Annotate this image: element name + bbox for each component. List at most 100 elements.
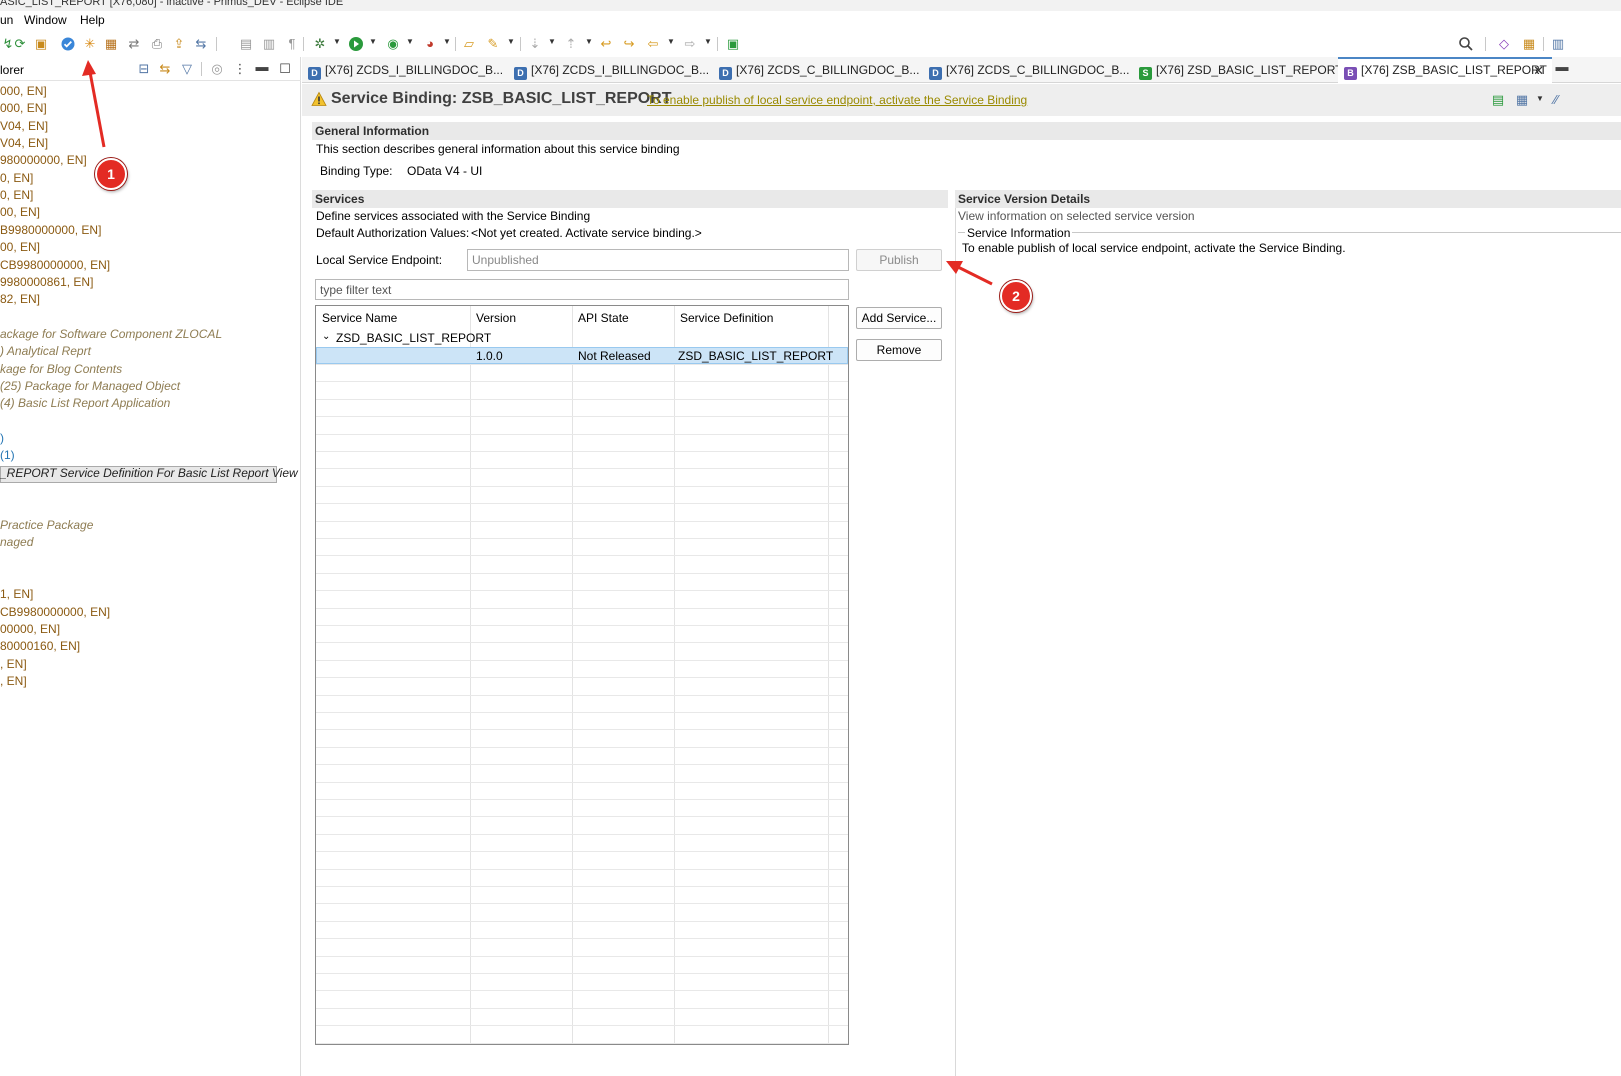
transport-icon[interactable]: ⇪ bbox=[171, 36, 187, 52]
menu-help[interactable]: Help bbox=[80, 13, 105, 27]
tab-zsb-basic-list-report[interactable]: B [X76] ZSB_BASIC_LIST_REPORT ✕ bbox=[1338, 57, 1552, 83]
add-service-button[interactable]: Add Service... bbox=[856, 307, 942, 329]
tree-item[interactable]: , EN] bbox=[0, 674, 27, 688]
tree-item[interactable]: CB9980000000, EN] bbox=[0, 605, 110, 619]
tree-item[interactable]: V04, EN] bbox=[0, 119, 48, 133]
search-icon[interactable] bbox=[1458, 36, 1474, 52]
open-perspective-icon[interactable]: ▦ bbox=[1521, 36, 1537, 52]
tree-item[interactable]: 9980000861, EN] bbox=[0, 275, 93, 289]
pencil-icon[interactable]: ✎ bbox=[485, 36, 501, 52]
tree-item[interactable]: ackage for Software Component ZLOCAL bbox=[0, 327, 222, 341]
tree-item[interactable]: 00000, EN] bbox=[0, 622, 60, 636]
chevron-down-icon[interactable]: ▼ bbox=[333, 37, 341, 46]
tree-item[interactable]: 00, EN] bbox=[0, 240, 40, 254]
filter-input[interactable]: type filter text bbox=[315, 279, 849, 300]
activate-binding-link[interactable]: To enable publish of local service endpo… bbox=[647, 93, 1027, 107]
tab-zsd-basic-list-report[interactable]: S [X76] ZSD_BASIC_LIST_REPORT bbox=[1139, 57, 1343, 83]
close-icon[interactable]: ✕ bbox=[1533, 63, 1544, 79]
share-link-icon[interactable]: ▦ bbox=[1514, 92, 1530, 108]
collapse-all-icon[interactable]: ⊟ bbox=[136, 61, 152, 77]
tree-item[interactable]: (25) Package for Managed Object bbox=[0, 379, 180, 393]
chevron-down-icon[interactable]: ▼ bbox=[443, 37, 451, 46]
coverage-icon[interactable]: ◉ bbox=[385, 36, 401, 52]
tree-item[interactable]: Practice Package bbox=[0, 518, 93, 532]
debug-perspective-icon[interactable]: ▥ bbox=[1550, 36, 1566, 52]
new-window-icon[interactable]: ▣ bbox=[725, 36, 741, 52]
debug-icon[interactable]: ✲ bbox=[312, 36, 328, 52]
chevron-down-icon[interactable]: ▼ bbox=[507, 37, 515, 46]
tree-item[interactable]: V04, EN] bbox=[0, 136, 48, 150]
chevron-down-icon[interactable]: ▼ bbox=[369, 37, 377, 46]
tree-item[interactable]: 980000000, EN] bbox=[0, 153, 87, 167]
preview-icon[interactable]: ▤ bbox=[1490, 92, 1506, 108]
check-icon[interactable] bbox=[60, 36, 76, 52]
activate-all-icon[interactable]: ▦ bbox=[103, 36, 119, 52]
column-header-version[interactable]: Version bbox=[476, 311, 516, 325]
tree-item[interactable]: 000, EN] bbox=[0, 101, 47, 115]
compare-icon[interactable]: ⇄ bbox=[126, 36, 142, 52]
outline-icon[interactable]: ▥ bbox=[261, 36, 277, 52]
chevron-down-icon[interactable]: ▼ bbox=[667, 37, 675, 46]
external-tools-icon[interactable]: ◕ bbox=[422, 36, 438, 52]
tree-item[interactable]: B9980000000, EN] bbox=[0, 223, 101, 237]
run-play-icon[interactable] bbox=[348, 36, 364, 52]
chevron-down-icon[interactable]: ▼ bbox=[1536, 94, 1544, 103]
publish-button[interactable]: Publish bbox=[856, 249, 942, 271]
tab-zcds-i-billingdoc-1[interactable]: D [X76] ZCDS_I_BILLINGDOC_B... bbox=[308, 57, 503, 83]
view-menu-icon[interactable]: ⋮ bbox=[232, 61, 248, 77]
column-header-api-state[interactable]: API State bbox=[578, 311, 629, 325]
chevron-down-icon[interactable]: ▼ bbox=[704, 37, 712, 46]
tree-item[interactable]: kage for Blog Contents bbox=[0, 362, 122, 376]
menu-run[interactable]: un bbox=[0, 13, 13, 27]
prev-annotation-icon[interactable]: ⇡ bbox=[563, 36, 579, 52]
chevron-down-icon[interactable]: ⌄ bbox=[322, 331, 330, 342]
back-icon[interactable]: ⇦ bbox=[645, 36, 661, 52]
more-icon[interactable]: ∕∕ bbox=[1548, 92, 1564, 108]
column-header-service-name[interactable]: Service Name bbox=[322, 311, 397, 325]
pilcrow-icon[interactable]: ¶ bbox=[284, 36, 300, 52]
tree-item[interactable]: 80000160, EN] bbox=[0, 639, 80, 653]
tree-item[interactable]: 1, EN] bbox=[0, 587, 33, 601]
open-object-icon[interactable]: ▣ bbox=[33, 36, 49, 52]
remove-button[interactable]: Remove bbox=[856, 339, 942, 361]
focus-icon[interactable]: ◎ bbox=[209, 61, 225, 77]
column-header-service-definition[interactable]: Service Definition bbox=[680, 311, 773, 325]
tree-item[interactable]: 00, EN] bbox=[0, 205, 40, 219]
forward-edit-icon[interactable]: ↪ bbox=[621, 36, 637, 52]
tree-item[interactable]: (1) bbox=[0, 448, 15, 462]
activate-icon[interactable]: ✳ bbox=[82, 36, 98, 52]
tree-item[interactable]: CB9980000000, EN] bbox=[0, 258, 110, 272]
tree-item[interactable]: ) bbox=[0, 431, 4, 445]
format-icon[interactable]: ▤ bbox=[238, 36, 254, 52]
minimize-icon[interactable]: ▬ bbox=[1554, 59, 1570, 75]
forward-icon[interactable]: ⇨ bbox=[682, 36, 698, 52]
service-root-node[interactable]: ZSD_BASIC_LIST_REPORT bbox=[336, 331, 491, 345]
abap-perspective-icon[interactable]: ◇ bbox=[1496, 36, 1512, 52]
tree-item[interactable]: 0, EN] bbox=[0, 171, 33, 185]
chevron-down-icon[interactable]: ▼ bbox=[585, 37, 593, 46]
tab-zcds-c-billingdoc-1[interactable]: D [X76] ZCDS_C_BILLINGDOC_B... bbox=[719, 57, 919, 83]
tree-item[interactable]: _REPORT Service Definition For Basic Lis… bbox=[0, 466, 298, 480]
tree-item[interactable]: ) Analytical Reprt bbox=[0, 344, 91, 358]
open-folder-icon[interactable]: ▱ bbox=[461, 36, 477, 52]
link-with-editor-icon[interactable]: ⇆ bbox=[157, 61, 173, 77]
tree-item[interactable]: (4) Basic List Report Application bbox=[0, 396, 170, 410]
tree-item[interactable]: 0, EN] bbox=[0, 188, 33, 202]
tree-item[interactable]: 000, EN] bbox=[0, 84, 47, 98]
print-icon[interactable]: ⎙ bbox=[149, 36, 165, 52]
minimize-icon[interactable]: ▬ bbox=[254, 59, 270, 75]
tree-item[interactable]: , EN] bbox=[0, 657, 27, 671]
where-used-icon[interactable]: ⇆ bbox=[193, 36, 209, 52]
menu-window[interactable]: Window bbox=[24, 13, 67, 27]
chevron-down-icon[interactable]: ▼ bbox=[406, 37, 414, 46]
tree-item[interactable]: 82, EN] bbox=[0, 292, 40, 306]
chevron-down-icon[interactable]: ▼ bbox=[548, 37, 556, 46]
maximize-icon[interactable]: ☐ bbox=[277, 61, 293, 77]
next-annotation-icon[interactable]: ⇣ bbox=[527, 36, 543, 52]
tree-item[interactable]: naged bbox=[0, 535, 33, 549]
tab-zcds-i-billingdoc-2[interactable]: D [X76] ZCDS_I_BILLINGDOC_B... bbox=[514, 57, 709, 83]
refresh-icon[interactable]: ⟳ bbox=[12, 36, 28, 52]
tab-zcds-c-billingdoc-2[interactable]: D [X76] ZCDS_C_BILLINGDOC_B... bbox=[929, 57, 1129, 83]
last-edit-icon[interactable]: ↩ bbox=[598, 36, 614, 52]
endpoint-field[interactable]: Unpublished bbox=[467, 249, 849, 271]
